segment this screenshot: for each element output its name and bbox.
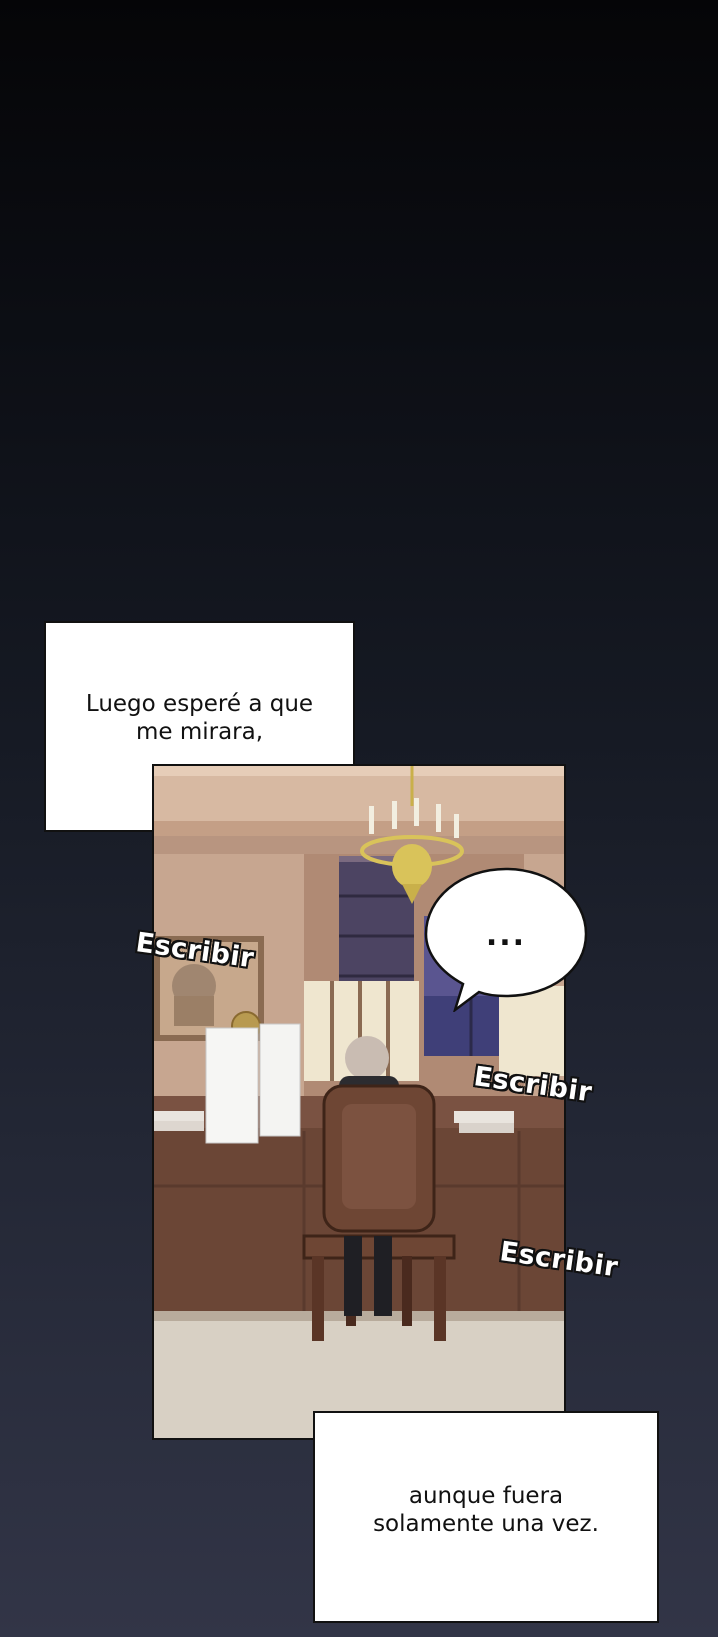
narration-text-top: Luego esperé a que me mirara, [85, 690, 314, 745]
speech-bubble-text: ... [485, 918, 527, 953]
narration-text-bottom: aunque fuera solamente una vez. [373, 1483, 599, 1537]
narration-box-bottom: aunque fuera solamente una vez. [313, 1411, 659, 1623]
speech-bubble: ... [423, 866, 589, 1014]
